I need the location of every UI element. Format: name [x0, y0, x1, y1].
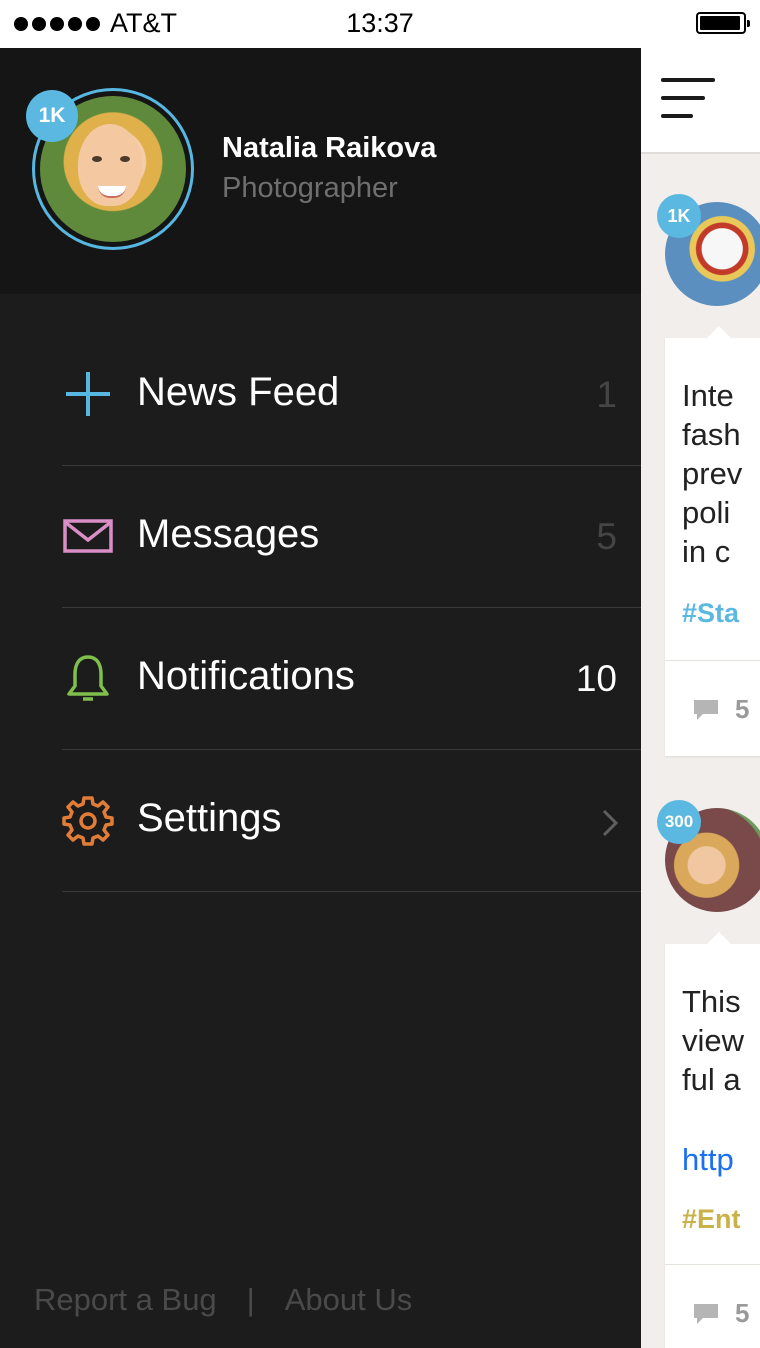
menu-item-label: Settings	[137, 796, 282, 840]
feed-header	[641, 48, 760, 154]
post-text: Inte fash prev poli in c	[682, 378, 743, 569]
follower-badge: 300	[657, 800, 701, 844]
bell-icon	[67, 655, 109, 701]
menu-item-news-feed[interactable]: News Feed 1	[62, 324, 641, 466]
post-divider	[665, 1264, 760, 1265]
comment-icon	[694, 1303, 718, 1324]
gear-icon	[62, 796, 114, 846]
status-bar: AT&T 13:37	[0, 0, 760, 48]
comment-count-label: 5	[735, 1298, 750, 1328]
plus-icon	[66, 372, 110, 416]
comment-count[interactable]: 5	[691, 1298, 749, 1329]
sidebar-menu: 1K Natalia Raikova Photographer News Fee…	[0, 48, 641, 1348]
menu-item-count: 1	[596, 374, 617, 415]
comment-count-label: 5	[735, 694, 750, 724]
profile-name: Natalia Raikova	[222, 132, 437, 164]
menu-item-label: Notifications	[137, 654, 355, 698]
post-hashtag[interactable]: #Ent	[682, 1204, 741, 1235]
menu-item-label: News Feed	[137, 370, 340, 414]
mail-icon	[63, 519, 113, 553]
post-divider	[665, 660, 760, 661]
status-time: 13:37	[346, 8, 414, 38]
comment-count[interactable]: 5	[691, 694, 749, 725]
battery-icon	[696, 12, 750, 34]
news-feed-panel[interactable]: 1K Inte fash prev poli in c #Sta 5 300 T…	[641, 48, 760, 1348]
menu-item-notifications[interactable]: Notifications 10	[62, 608, 641, 750]
follower-badge: 1K	[26, 90, 78, 142]
post-link[interactable]: http	[682, 1142, 734, 1178]
sidebar-footer: Report a Bug | About Us	[34, 1282, 412, 1318]
profile-header[interactable]: 1K Natalia Raikova Photographer	[0, 48, 641, 294]
menu-item-count: 10	[575, 658, 617, 699]
hamburger-menu-icon[interactable]	[661, 78, 717, 120]
menu-item-messages[interactable]: Messages 5	[62, 466, 641, 608]
post-text: This view ful a	[682, 984, 745, 1097]
follower-badge: 1K	[657, 194, 701, 238]
about-us-link[interactable]: About Us	[285, 1282, 413, 1318]
report-bug-link[interactable]: Report a Bug	[34, 1282, 217, 1318]
chevron-right-icon	[602, 809, 619, 837]
menu-item-settings[interactable]: Settings	[62, 750, 641, 892]
post-hashtag[interactable]: #Sta	[682, 598, 739, 629]
menu-item-count: 5	[596, 516, 617, 557]
menu-item-label: Messages	[137, 512, 320, 556]
profile-role: Photographer	[222, 172, 398, 204]
footer-separator: |	[246, 1282, 255, 1317]
comment-icon	[694, 699, 718, 720]
